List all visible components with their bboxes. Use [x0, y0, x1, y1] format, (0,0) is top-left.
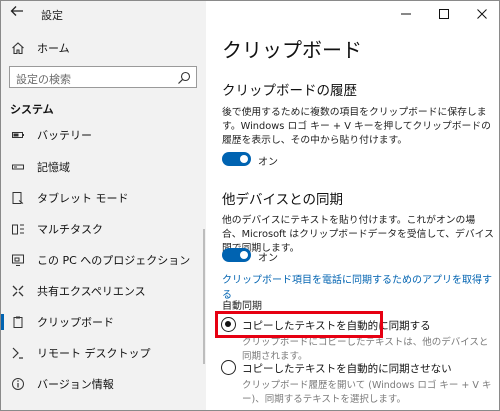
home-icon [10, 40, 26, 56]
search-placeholder: 設定の検索 [16, 73, 71, 86]
search-icon[interactable] [177, 70, 191, 84]
storage-icon [10, 159, 26, 175]
battery-icon [10, 127, 26, 143]
page-title: クリップボード [222, 38, 362, 62]
back-arrow-icon[interactable] [7, 4, 27, 24]
radio-no-auto-sync-label[interactable]: コピーしたテキストを自動的に同期させない [242, 361, 452, 376]
sidebar-item-home[interactable]: ホーム [1, 34, 206, 62]
sidebar-item-tablet-mode[interactable]: タブレット モード [1, 184, 206, 212]
clipboard-history-heading: クリップボードの履歴 [222, 83, 357, 99]
sidebar-item-multitasking[interactable]: マルチタスク [1, 215, 206, 243]
sidebar-item-projection[interactable]: この PC へのプロジェクション [1, 246, 206, 274]
maximize-icon[interactable] [425, 1, 463, 27]
sidebar-item-label: リモート デスクトップ [37, 347, 151, 360]
sidebar-item-label: 記憶域 [37, 161, 70, 174]
sidebar-item-label: 共有エクスペリエンス [37, 285, 146, 298]
sidebar-scrollbar[interactable] [203, 229, 205, 364]
get-app-link[interactable]: クリップボード項目を電話に同期するためのアプリを取得する [222, 271, 499, 301]
section-header: システム [10, 103, 54, 116]
toggle-knob [240, 251, 248, 259]
clipboard-icon [10, 314, 26, 330]
search-input[interactable]: 設定の検索 [9, 66, 197, 88]
multitasking-icon [10, 221, 26, 237]
sidebar-item-label: この PC へのプロジェクション [37, 254, 191, 267]
info-icon [10, 376, 26, 392]
sidebar-item-label: タブレット モード [37, 192, 129, 205]
sync-heading: 他デバイスとの同期 [222, 192, 343, 208]
radio-auto-sync-description: クリップボードにコピーしたテキストは、他のデバイスと同期されます。 [242, 337, 489, 362]
shared-experiences-icon [10, 283, 26, 299]
sidebar-item-label: バッテリー [37, 129, 92, 142]
sidebar-item-remote-desktop[interactable]: リモート デスクトップ [1, 339, 206, 367]
minimize-icon[interactable] [387, 1, 425, 27]
remote-desktop-icon [10, 345, 26, 361]
sync-toggle[interactable] [222, 248, 251, 262]
projection-icon [10, 252, 26, 268]
settings-window: 設定 ホーム 設定の検索 システム バッテリー 記憶域 タブレット モード マル… [0, 0, 500, 411]
highlight-box [215, 311, 383, 338]
sidebar-item-label: マルチタスク [37, 223, 103, 236]
auto-sync-label: 自動同期 [222, 301, 262, 312]
window-controls [387, 1, 499, 27]
app-title: 設定 [41, 9, 63, 22]
sync-toggle-label: オン [258, 253, 278, 264]
radio-no-auto-sync[interactable] [221, 360, 236, 375]
close-icon[interactable] [463, 1, 499, 27]
clipboard-history-description: 後で使用するために複数の項目をクリップボードに保存します。Windows ロゴ … [222, 107, 491, 146]
toggle-knob [240, 155, 248, 163]
sidebar: 設定 ホーム 設定の検索 システム バッテリー 記憶域 タブレット モード マル… [1, 1, 206, 410]
sidebar-item-storage[interactable]: 記憶域 [1, 153, 206, 181]
tablet-mode-icon [10, 190, 26, 206]
radio-no-auto-sync-description: クリップボード履歴を開いて (Windows ロゴ キー + V キー)、同期す… [242, 380, 492, 405]
sidebar-item-shared-experiences[interactable]: 共有エクスペリエンス [1, 277, 206, 305]
sidebar-item-clipboard[interactable]: クリップボード [1, 308, 206, 336]
sidebar-item-label: ホーム [37, 42, 70, 55]
sidebar-item-battery[interactable]: バッテリー [1, 121, 206, 149]
clipboard-history-toggle-label: オン [258, 157, 278, 168]
clipboard-history-toggle[interactable] [222, 152, 251, 166]
sidebar-item-label: クリップボード [37, 316, 114, 329]
sidebar-item-label: バージョン情報 [37, 378, 114, 391]
title-bar: 設定 [1, 1, 206, 27]
sidebar-item-about[interactable]: バージョン情報 [1, 370, 206, 398]
main-content: クリップボード クリップボードの履歴 後で使用するために複数の項目をクリップボー… [206, 1, 499, 410]
